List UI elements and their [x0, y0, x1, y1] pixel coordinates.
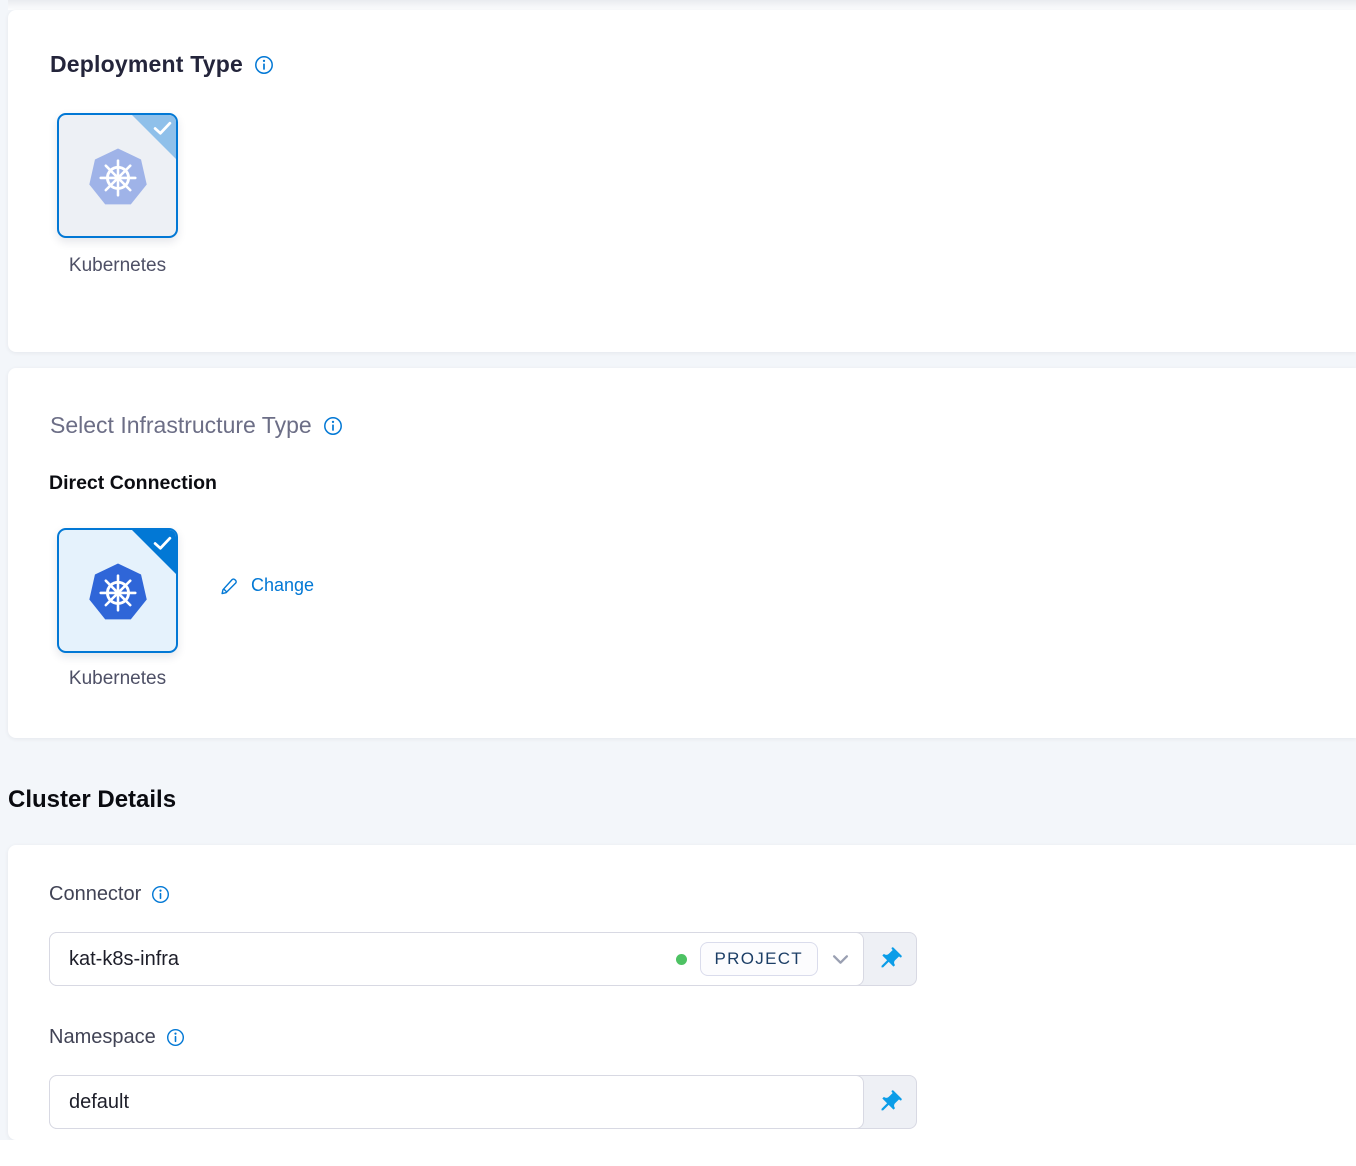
green-status-dot	[676, 954, 687, 965]
deployment-tile-label: Kubernetes	[55, 255, 180, 277]
kubernetes-icon	[86, 144, 150, 208]
pin-button[interactable]	[863, 1076, 916, 1128]
infrastructure-type-section: Select Infrastructure Type Direct Connec…	[8, 368, 1356, 738]
kubernetes-icon	[86, 559, 150, 623]
connector-select[interactable]: kat-k8s-infra PROJECT	[49, 932, 864, 986]
infrastructure-tile-label: Kubernetes	[55, 668, 180, 690]
connector-label: Connector	[49, 883, 141, 906]
infrastructure-type-header: Select Infrastructure Type	[50, 412, 343, 439]
connector-value: kat-k8s-infra	[69, 948, 663, 971]
namespace-value: default	[69, 1091, 849, 1114]
namespace-field-label: Namespace	[49, 1026, 185, 1049]
info-icon[interactable]	[254, 55, 274, 75]
change-button[interactable]: Change	[219, 575, 314, 596]
change-label: Change	[251, 575, 314, 596]
top-divider-shadow	[8, 0, 1356, 10]
bottom-spacer	[0, 1140, 1356, 1166]
infrastructure-kubernetes-tile[interactable]	[57, 528, 178, 653]
connector-input-group: kat-k8s-infra PROJECT	[49, 932, 917, 986]
namespace-label: Namespace	[49, 1026, 156, 1049]
cluster-details-title: Cluster Details	[8, 786, 176, 814]
pin-button[interactable]	[863, 933, 916, 985]
deployment-kubernetes-tile[interactable]	[57, 113, 178, 238]
deployment-type-header: Deployment Type	[50, 51, 274, 78]
scope-badge: PROJECT	[700, 942, 818, 976]
chevron-down-icon[interactable]	[832, 954, 849, 965]
deployment-type-section: Deployment Type Kubernetes	[8, 10, 1356, 352]
connector-field-label: Connector	[49, 883, 170, 906]
pencil-icon	[219, 575, 240, 596]
info-icon[interactable]	[166, 1028, 185, 1047]
namespace-input-group: default	[49, 1075, 917, 1129]
direct-connection-label: Direct Connection	[49, 472, 217, 495]
infrastructure-type-title: Select Infrastructure Type	[50, 412, 312, 439]
info-icon[interactable]	[323, 416, 343, 436]
info-icon[interactable]	[151, 885, 170, 904]
cluster-details-section: Connector kat-k8s-infra PROJECT Namespac…	[8, 845, 1356, 1140]
namespace-input[interactable]: default	[49, 1075, 864, 1129]
deployment-type-title: Deployment Type	[50, 51, 243, 78]
